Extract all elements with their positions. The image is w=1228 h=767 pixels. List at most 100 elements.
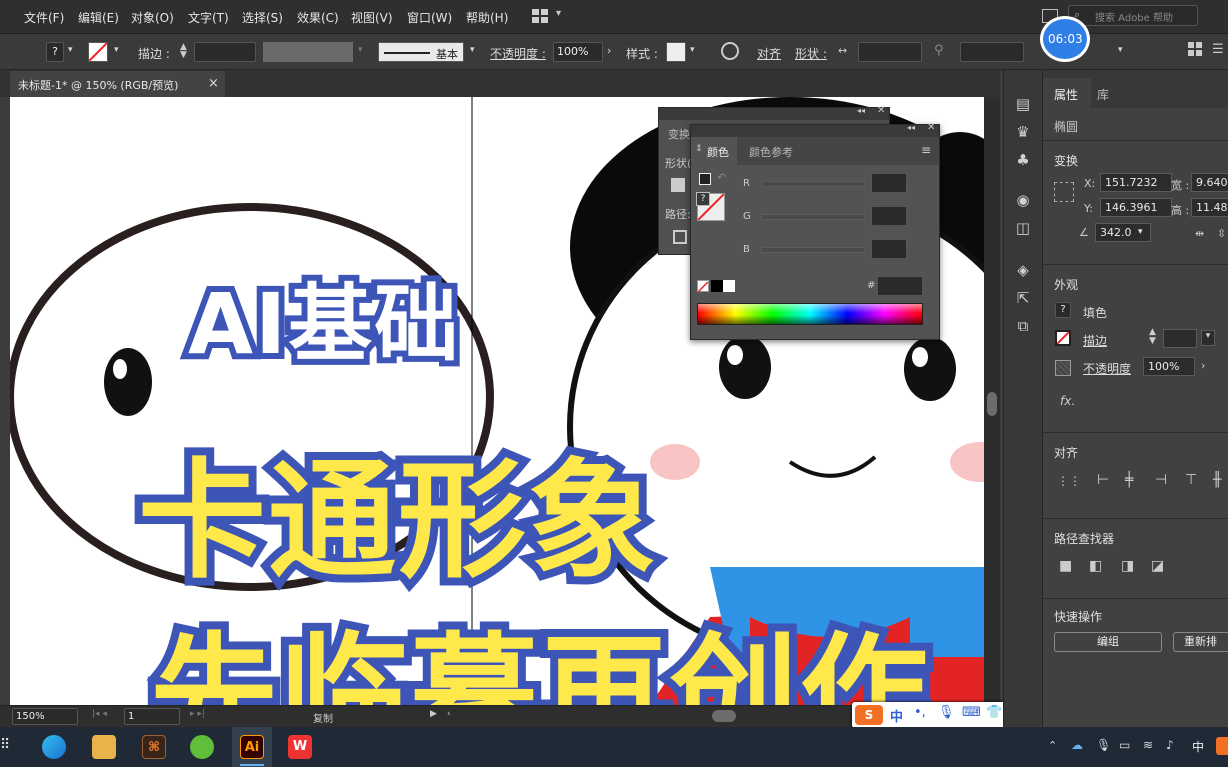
horizontal-scroll-thumb[interactable] xyxy=(712,710,736,722)
graphic-style-swatch[interactable] xyxy=(666,42,686,62)
menu-lines-icon[interactable]: ☰ xyxy=(1212,42,1224,62)
shape-height-field[interactable] xyxy=(960,42,1024,62)
wps-icon[interactable]: W xyxy=(288,735,312,759)
edge-browser-icon[interactable] xyxy=(42,735,66,759)
white-color-chip[interactable] xyxy=(723,280,735,292)
punctuation-icon[interactable]: •, xyxy=(914,705,926,720)
wifi-icon[interactable]: ≋ xyxy=(1143,738,1153,752)
group-button[interactable]: 编组 xyxy=(1054,632,1162,652)
opacity-field[interactable]: 100% xyxy=(1143,357,1195,376)
collapse-icon[interactable]: ◂◂ xyxy=(907,123,915,132)
height-field[interactable]: 11.48 xyxy=(1191,198,1228,217)
black-color-chip[interactable] xyxy=(711,280,723,292)
shape-label[interactable]: 形状 : xyxy=(795,45,827,62)
transform-tab[interactable]: 变换 xyxy=(668,126,690,142)
close-icon[interactable]: ✕ xyxy=(877,105,885,116)
b-slider[interactable] xyxy=(761,247,865,253)
align-right-icon[interactable]: ⊣ xyxy=(1155,472,1167,488)
pathfinder-unite-icon[interactable]: ■ xyxy=(1059,558,1072,574)
document-tab[interactable]: 未标题-1* @ 150% (RGB/预览) × xyxy=(10,71,225,97)
first-artboard-icon[interactable]: |◂ ◂ xyxy=(92,709,107,719)
keyboard-icon[interactable]: ⌨ xyxy=(962,705,981,720)
hex-value-field[interactable] xyxy=(877,276,923,296)
appearance-icon[interactable]: ◉ xyxy=(1013,190,1033,210)
g-value-field[interactable] xyxy=(871,206,907,226)
properties-panel-icon[interactable]: ▤ xyxy=(1013,94,1033,114)
panel-menu-icon[interactable]: ≡ xyxy=(921,143,931,157)
chevron-right-icon[interactable]: › xyxy=(1201,359,1205,372)
opacity-label[interactable]: 不透明度 : xyxy=(490,45,546,62)
path-type-icon[interactable] xyxy=(673,230,687,244)
graphic-styles-icon[interactable]: ◫ xyxy=(1013,218,1033,238)
tab-color[interactable]: ⇕ 颜色 xyxy=(691,137,737,165)
microphone-tray-icon[interactable]: 🎙 xyxy=(1096,738,1111,752)
link-icon[interactable]: ⚲ xyxy=(934,43,944,63)
flip-horizontal-icon[interactable]: ⇹ xyxy=(1195,227,1204,240)
pathfinder-intersect-icon[interactable]: ◨ xyxy=(1121,558,1134,574)
chevron-down-icon[interactable]: ▾ xyxy=(1201,330,1215,346)
menu-object[interactable]: 对象(O) xyxy=(131,9,174,26)
shape-width-field[interactable] xyxy=(858,42,922,62)
start-icon[interactable]: ⠿ xyxy=(0,737,10,753)
chevron-down-icon[interactable]: ▾ xyxy=(470,45,475,65)
stroke-color-swatch[interactable]: ? xyxy=(696,192,725,221)
menu-help[interactable]: 帮助(H) xyxy=(466,9,508,26)
menu-file[interactable]: 文件(F) xyxy=(24,9,64,26)
chevron-down-icon[interactable]: ▾ xyxy=(556,8,561,19)
effects-fx-button[interactable]: fx. xyxy=(1060,394,1075,408)
panel-header[interactable]: ◂◂ ✕ xyxy=(691,122,939,137)
x-field[interactable]: 151.7232 xyxy=(1100,173,1172,192)
pathfinder-exclude-icon[interactable]: ◪ xyxy=(1151,558,1164,574)
chevron-down-icon[interactable]: ▾ xyxy=(1118,45,1123,65)
none-color-chip[interactable] xyxy=(697,280,709,293)
r-slider[interactable] xyxy=(761,181,865,187)
export-icon[interactable]: ⇱ xyxy=(1013,288,1033,308)
align-left-icon[interactable]: ⊢ xyxy=(1097,472,1109,488)
color-spectrum[interactable] xyxy=(697,303,923,325)
tab-libraries[interactable]: 库 xyxy=(1097,86,1109,103)
ime-tray-label[interactable]: 中 xyxy=(1192,738,1204,755)
variable-width-profile[interactable] xyxy=(263,42,353,62)
stroke-weight-stepper[interactable]: ▲ ▼ xyxy=(1149,328,1156,346)
stroke-swatch[interactable] xyxy=(88,42,108,62)
align-hcenter-icon[interactable]: ╪ xyxy=(1125,472,1133,488)
illustrator-icon[interactable]: Ai xyxy=(240,735,264,759)
close-icon[interactable]: ✕ xyxy=(927,122,935,133)
opacity-label[interactable]: 不透明度 xyxy=(1083,360,1131,377)
fill-swatch-icon[interactable]: ? xyxy=(1055,302,1071,318)
search-input[interactable]: ⌕ 搜索 Adobe 帮助 xyxy=(1068,5,1198,26)
rearrange-button[interactable]: 重新排 xyxy=(1173,632,1228,652)
align-top-icon[interactable]: ⊤ xyxy=(1185,472,1197,488)
menu-select[interactable]: 选择(S) xyxy=(242,9,283,26)
cloud-icon[interactable]: ☁ xyxy=(1071,738,1083,752)
chevron-down-icon[interactable]: ▾ xyxy=(114,45,119,65)
fill-color-swatch[interactable]: ? xyxy=(696,192,710,206)
close-icon[interactable]: × xyxy=(208,76,219,91)
symbols-icon[interactable]: ♣ xyxy=(1013,150,1033,170)
default-colors-icon[interactable] xyxy=(699,173,711,185)
stroke-stepper[interactable]: ▲ ▼ xyxy=(180,43,187,63)
stroke-weight-field[interactable] xyxy=(1163,329,1197,348)
y-field[interactable]: 146.3961 xyxy=(1100,198,1172,217)
sogou-tray-icon[interactable] xyxy=(1216,737,1228,755)
artboard-select[interactable]: 1 xyxy=(124,708,180,725)
workspace-grid-icon[interactable] xyxy=(532,9,548,23)
chevron-right-icon[interactable]: › xyxy=(607,44,611,64)
vertical-scrollbar[interactable] xyxy=(984,97,1000,705)
b-value-field[interactable] xyxy=(871,239,907,259)
zoom-select[interactable]: 150% xyxy=(12,708,78,725)
layers-icon[interactable]: ◈ xyxy=(1013,260,1033,280)
grid-icon[interactable] xyxy=(1188,42,1202,56)
volume-icon[interactable]: ♪ xyxy=(1166,738,1174,752)
sogou-logo-icon[interactable]: S xyxy=(855,705,883,725)
pathfinder-minus-front-icon[interactable]: ◧ xyxy=(1089,558,1102,574)
align-link[interactable]: 对齐 xyxy=(757,45,781,62)
chevron-down-icon[interactable]: ▾ xyxy=(1138,224,1143,241)
panel-header[interactable]: ◂◂ ✕ xyxy=(659,105,889,120)
opacity-field[interactable]: 100% xyxy=(553,42,603,62)
menu-window[interactable]: 窗口(W) xyxy=(407,9,452,26)
angle-field[interactable]: 342.0 ▾ xyxy=(1095,223,1151,242)
tray-chevron-icon[interactable]: ⌃ xyxy=(1048,739,1057,752)
menu-edit[interactable]: 编辑(E) xyxy=(78,9,119,26)
brush-style-select[interactable]: 基本 xyxy=(378,42,464,62)
